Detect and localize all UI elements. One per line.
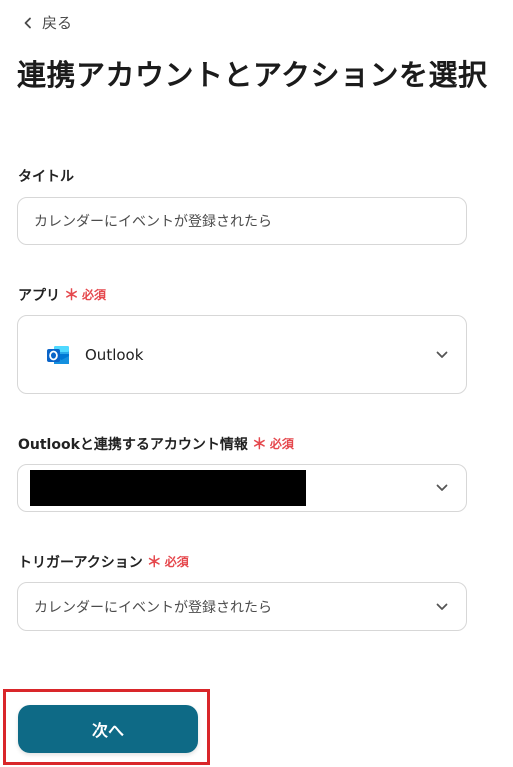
required-mark: ＊ (146, 553, 162, 571)
back-label: 戻る (42, 14, 73, 32)
account-select[interactable] (17, 464, 467, 512)
chevron-down-icon (436, 351, 448, 358)
account-field-label: Outlookと連携するアカウント情報 ＊ 必須 (18, 435, 294, 453)
chevron-down-icon (436, 484, 448, 491)
trigger-select-value: カレンダーにイベントが登録されたら (34, 599, 272, 616)
title-input-value: カレンダーにイベントが登録されたら (34, 214, 272, 230)
page: 戻る 連携アカウントとアクションを選択 タイトル カレンダーにイベントが登録され… (0, 0, 513, 767)
required-mark: ＊ (251, 435, 267, 453)
redacted-account-info (30, 470, 306, 506)
required-mark: ＊ (64, 286, 80, 304)
back-link[interactable]: 戻る (22, 12, 72, 33)
page-title: 連携アカウントとアクションを選択 (17, 58, 488, 92)
title-field-label: タイトル (18, 169, 74, 185)
required-badge: 必須 (164, 555, 189, 569)
title-input[interactable]: カレンダーにイベントが登録されたら (17, 197, 467, 245)
required-badge: 必須 (82, 288, 107, 302)
trigger-field-label: トリガーアクション ＊ 必須 (18, 553, 189, 571)
next-button[interactable]: 次へ (18, 705, 198, 753)
app-select[interactable]: Outlook (17, 315, 467, 394)
app-select-value: Outlook (85, 345, 144, 364)
outlook-icon (47, 345, 69, 364)
next-button-highlight: 次へ (3, 689, 210, 765)
required-badge: 必須 (269, 437, 294, 451)
trigger-select[interactable]: カレンダーにイベントが登録されたら (17, 582, 467, 631)
chevron-left-icon (24, 17, 31, 28)
chevron-down-icon (436, 603, 448, 610)
app-field-label: アプリ ＊ 必須 (18, 286, 107, 304)
